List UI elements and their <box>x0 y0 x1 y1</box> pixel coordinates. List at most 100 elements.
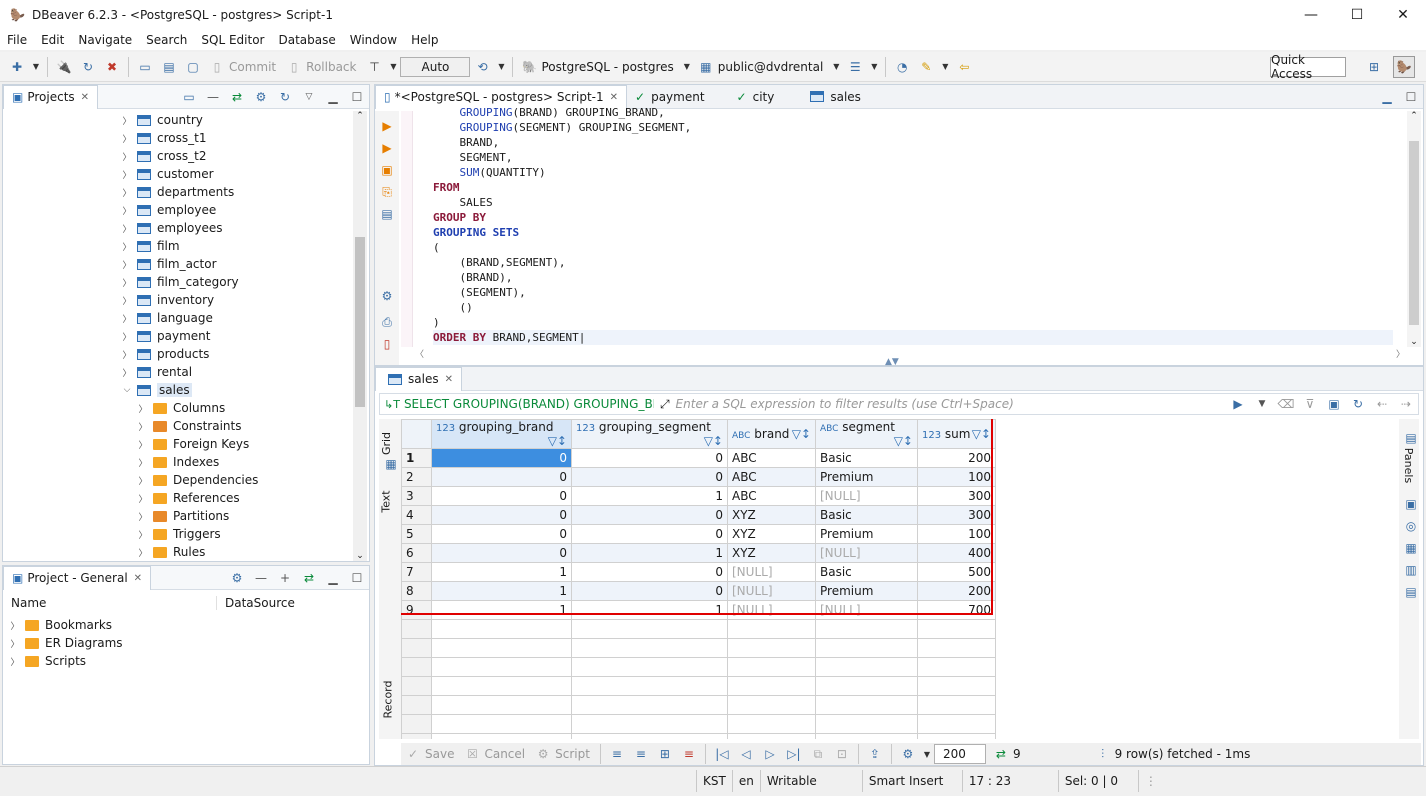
dropdown-icon[interactable]: ▼ <box>32 58 40 76</box>
column-header-grouping-brand[interactable]: 123 grouping_brand ▽↕ <box>431 419 572 449</box>
cell-segment[interactable]: Basic <box>815 448 918 468</box>
script-button[interactable]: Script <box>555 747 590 761</box>
table-row[interactable]: 7 1 0 [NULL] Basic 500 <box>401 562 996 582</box>
status-more-icon[interactable]: ⋮ <box>1137 769 1163 792</box>
auto-commit-combo[interactable]: Auto <box>400 56 471 77</box>
last-page-icon[interactable]: ▷| <box>785 745 803 763</box>
new-script-icon[interactable]: ▢ <box>184 58 202 76</box>
filter-history-icon[interactable]: ▼ <box>1253 395 1271 413</box>
nav-back-icon[interactable]: ⇠ <box>1373 395 1391 413</box>
minimize-panel-icon[interactable]: ▁ <box>1378 88 1396 106</box>
tree-item-bookmarks[interactable]: 〉 Bookmarks <box>3 616 369 634</box>
maximize-button[interactable]: ☐ <box>1334 0 1380 30</box>
menu-navigate[interactable]: Navigate <box>71 33 139 47</box>
tree-item-products[interactable]: 〉 products <box>3 345 351 363</box>
table-row[interactable]: 3 0 1 ABC [NULL] 300 <box>401 486 996 506</box>
cell-grouping-brand[interactable]: 1 <box>431 581 572 601</box>
tree-item-foreign-keys[interactable]: 〉 Foreign Keys <box>3 435 351 453</box>
list-icon[interactable]: ☰ <box>846 58 864 76</box>
menu-file[interactable]: File <box>0 33 34 47</box>
metadata-icon[interactable]: ◎ <box>1402 517 1420 535</box>
maximize-panel-icon[interactable]: ☐ <box>1402 88 1420 106</box>
cell-brand[interactable]: XYZ <box>727 524 816 544</box>
transaction-mode-icon[interactable]: ⊤ <box>365 58 383 76</box>
cell-sum[interactable]: 100 <box>917 467 996 487</box>
dropdown-icon[interactable]: ▼ <box>683 58 691 76</box>
panels-label[interactable]: Panels <box>1402 448 1415 483</box>
menu-window[interactable]: Window <box>343 33 404 47</box>
explain-plan-icon[interactable]: ⎘ <box>378 183 396 201</box>
collapse-icon[interactable]: — <box>204 88 222 106</box>
cell-segment[interactable]: [NULL] <box>815 543 918 563</box>
save-button[interactable]: Save <box>425 747 454 761</box>
column-header-grouping-segment[interactable]: 123 grouping_segment ▽↕ <box>571 419 728 449</box>
rollback-button[interactable]: Rollback <box>306 60 356 74</box>
tree-item-country[interactable]: 〉 country <box>3 111 351 129</box>
copy-row-icon[interactable]: ⊞ <box>656 745 674 763</box>
tree-item-columns[interactable]: 〉 Columns <box>3 399 351 417</box>
cell-brand[interactable]: [NULL] <box>727 600 816 620</box>
cell-grouping-brand[interactable]: 0 <box>431 486 572 506</box>
collapse-icon[interactable]: — <box>252 569 270 587</box>
detach-icon[interactable]: ⧉ <box>809 745 827 763</box>
cancel-button[interactable]: Cancel <box>484 747 525 761</box>
editor-hscroll[interactable]: 〈 〉 <box>415 347 1405 361</box>
settings-icon[interactable]: ⚙ <box>228 569 246 587</box>
dropdown-icon[interactable]: ▼ <box>497 58 505 76</box>
value-viewer-icon[interactable]: ▣ <box>1402 495 1420 513</box>
record-mode-button[interactable]: Record <box>382 680 395 718</box>
view-menu-icon[interactable]: ▽ <box>300 88 318 106</box>
table-row[interactable]: 4 0 0 XYZ Basic 300 <box>401 505 996 525</box>
tree-scrollbar[interactable]: ⌃ ⌄ <box>353 111 367 561</box>
dbeaver-perspective-icon[interactable]: 🦫 <box>1393 56 1415 78</box>
cell-grouping-brand[interactable]: 0 <box>431 524 572 544</box>
tab-grid-view[interactable]: Grid <box>380 432 393 455</box>
fetch-size-input[interactable]: 200 <box>933 744 986 764</box>
table-row[interactable]: 1 0 0 ABC Basic 200 <box>401 448 996 468</box>
save-filter-icon[interactable]: ▣ <box>1325 395 1343 413</box>
active-schema-selector[interactable]: public@dvdrental <box>718 60 824 74</box>
cell-grouping-brand[interactable]: 1 <box>431 600 572 620</box>
tree-item-triggers[interactable]: 〉 Triggers <box>3 525 351 543</box>
scroll-thumb[interactable] <box>1409 141 1419 325</box>
expand-filter-icon[interactable]: ⤢ <box>660 397 670 412</box>
sort-filter-icon[interactable]: ▽↕ <box>704 434 723 448</box>
tree-item-sales[interactable]: ⌵ sales <box>3 381 351 399</box>
tree-item-film-category[interactable]: 〉 film_category <box>3 273 351 291</box>
tree-item-cross-t2[interactable]: 〉 cross_t2 <box>3 147 351 165</box>
panels-toggle-icon[interactable]: ▤ <box>1402 429 1420 447</box>
table-row[interactable]: 9 1 1 [NULL] [NULL] 700 <box>401 600 996 620</box>
cell-brand[interactable]: ABC <box>727 467 816 487</box>
menu-search[interactable]: Search <box>139 33 194 47</box>
prev-page-icon[interactable]: ◁ <box>737 745 755 763</box>
maximize-panel-icon[interactable]: ☐ <box>348 569 366 587</box>
export-icon[interactable]: ⎙ <box>378 313 396 331</box>
cell-grouping-segment[interactable]: 0 <box>571 524 728 544</box>
tree-item-rental[interactable]: 〉 rental <box>3 363 351 381</box>
editor-scrollbar[interactable]: ⌃ ⌄ <box>1407 111 1421 347</box>
execute-script-icon[interactable]: ▶ <box>378 139 396 157</box>
cell-grouping-segment[interactable]: 0 <box>571 467 728 487</box>
delete-row-icon[interactable]: ≡ <box>680 745 698 763</box>
cell-brand[interactable]: XYZ <box>727 505 816 525</box>
tree-item-inventory[interactable]: 〉 inventory <box>3 291 351 309</box>
close-window-button[interactable]: ✕ <box>1380 0 1426 30</box>
zoom-icon[interactable]: ⊡ <box>833 745 851 763</box>
export-data-icon[interactable]: ⇪ <box>866 745 884 763</box>
refresh-icon[interactable]: ↻ <box>276 88 294 106</box>
menu-help[interactable]: Help <box>404 33 445 47</box>
load-plan-icon[interactable]: ▤ <box>378 205 396 223</box>
tab-text-view[interactable]: Text <box>380 490 393 512</box>
tree-item-employees[interactable]: 〉 employees <box>3 219 351 237</box>
menu-database[interactable]: Database <box>271 33 342 47</box>
clear-filter-icon[interactable]: ⌫ <box>1277 395 1295 413</box>
close-icon[interactable]: ✕ <box>445 374 453 385</box>
scroll-left-icon[interactable]: 〈 <box>415 347 424 360</box>
cell-sum[interactable]: 100 <box>917 524 996 544</box>
cell-grouping-brand[interactable]: 0 <box>431 448 572 468</box>
commit-button[interactable]: Commit <box>229 60 276 74</box>
cell-grouping-segment[interactable]: 1 <box>571 486 728 506</box>
table-row[interactable]: 5 0 0 XYZ Premium 100 <box>401 524 996 544</box>
table-row[interactable]: 8 1 0 [NULL] Premium 200 <box>401 581 996 601</box>
column-header-datasource[interactable]: DataSource <box>217 596 295 610</box>
